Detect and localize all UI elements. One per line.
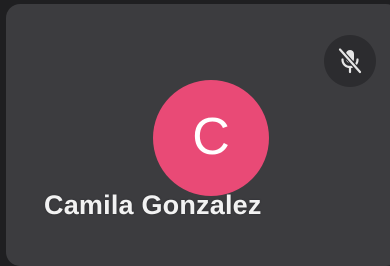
mic-off-icon bbox=[337, 47, 363, 75]
participant-tile[interactable]: C Camila Gonzalez bbox=[6, 4, 390, 266]
avatar-initial: C bbox=[192, 108, 230, 166]
mic-muted-indicator bbox=[324, 35, 376, 87]
avatar: C bbox=[153, 80, 269, 196]
participant-name: Camila Gonzalez bbox=[44, 190, 262, 220]
